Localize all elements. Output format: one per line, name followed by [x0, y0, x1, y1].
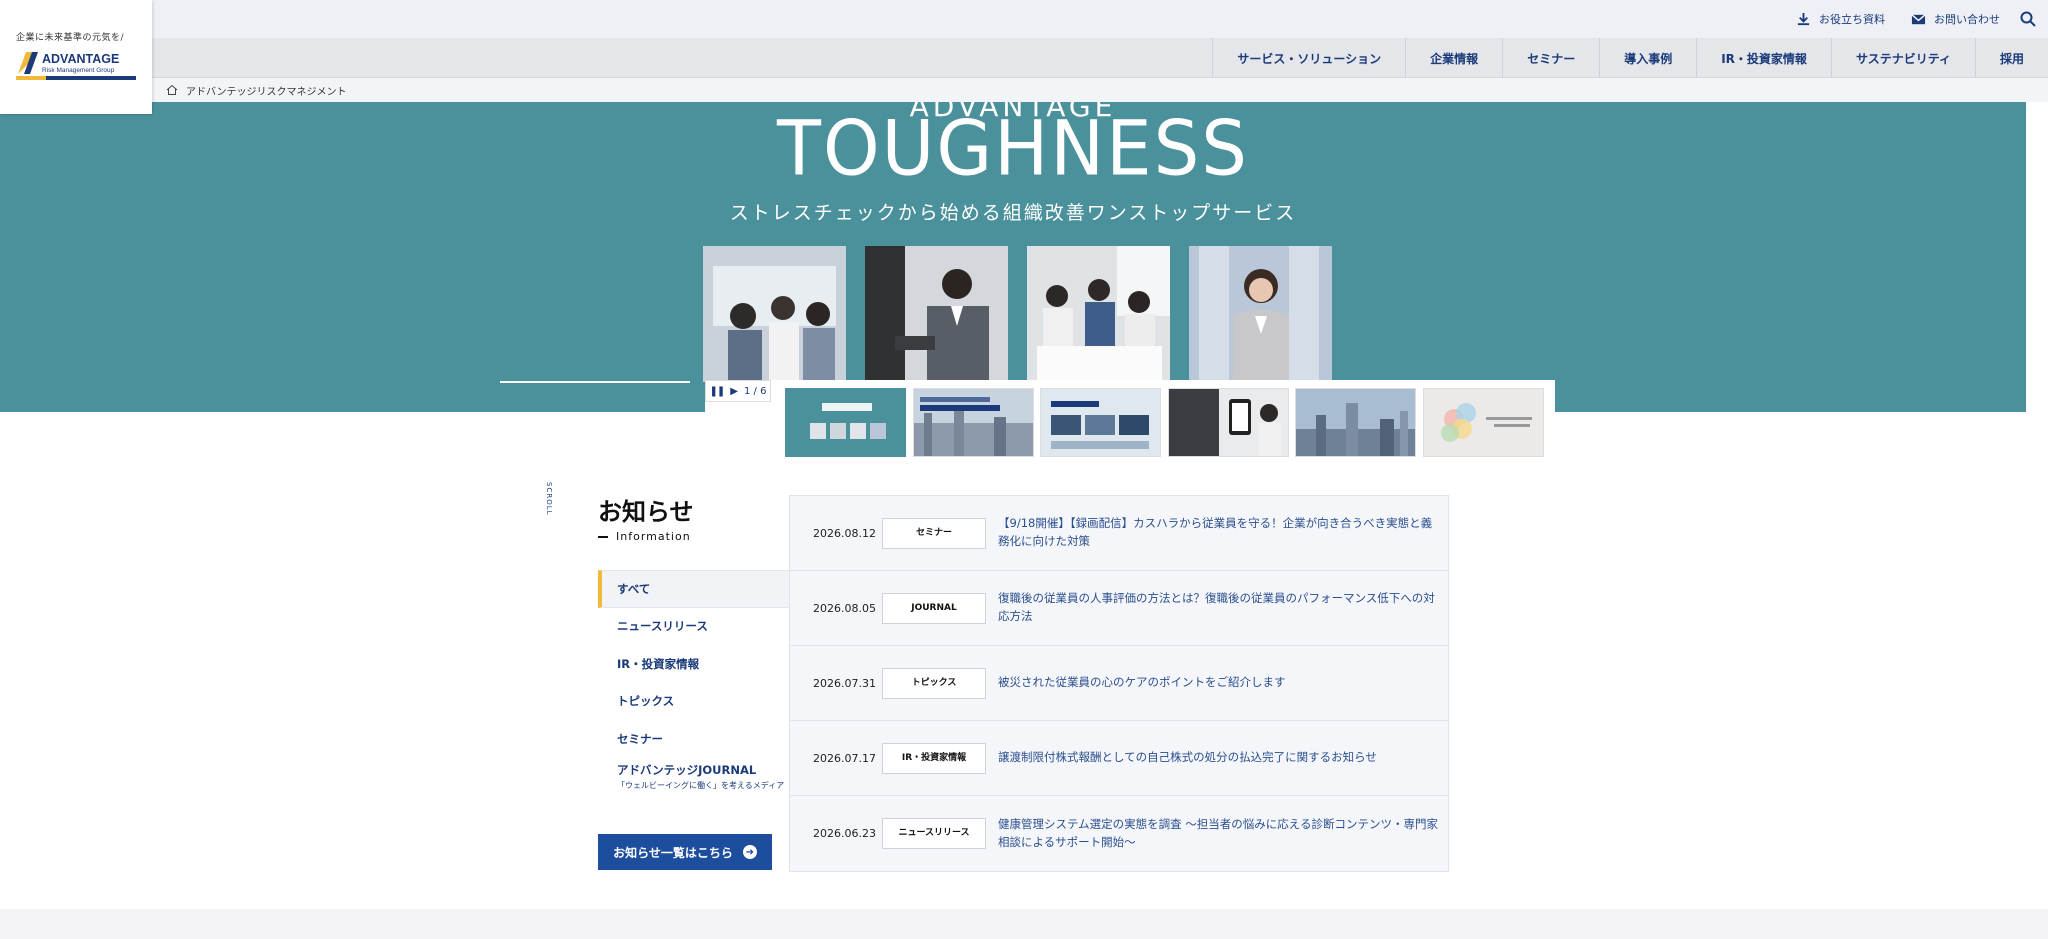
download-icon [1797, 12, 1810, 25]
hero-slider: ADVANTAGE TOUGHNESS ストレスチェックから始める組織改善ワンス… [0, 102, 2026, 412]
tab-label: IR・投資家情報 [617, 656, 700, 671]
breadcrumb: アドバンテッジリスクマネジメント [150, 78, 2048, 102]
tab-ir[interactable]: IR・投資家情報 [598, 645, 790, 683]
news-date: 2026.08.05 [813, 601, 876, 615]
tab-label: ニュースリリース [617, 619, 708, 634]
news-headline[interactable]: 健康管理システム選定の実態を調査 〜担当者の悩みに応える診断コンテンツ・専門家相… [998, 816, 1438, 852]
news-category-tag: トピックス [882, 667, 986, 699]
news-subtitle-text: Information [616, 530, 691, 543]
hero-photo-handshake [865, 246, 1008, 382]
nav-services[interactable]: サービス・ソリューション [1212, 38, 1405, 78]
resources-link-label: お役立ち資料 [1819, 13, 1885, 26]
tab-topics[interactable]: トピックス [598, 683, 790, 721]
news-date: 2026.08.12 [813, 526, 876, 540]
search-icon [2020, 11, 2036, 27]
news-category-tag: IR・投資家情報 [882, 742, 986, 774]
news-headline[interactable]: 【9/18開催】【録画配信】カスハラから従業員を守る！企業が向き合うべき実態と義… [998, 515, 1438, 551]
news-date: 2026.06.23 [813, 827, 876, 840]
tab-label: セミナー [617, 731, 663, 746]
slider-controls: ❚❚ ▶ 1 / 6 [705, 380, 771, 402]
news-date: 2026.07.31 [813, 676, 876, 690]
slide-thumbnail[interactable] [785, 388, 906, 457]
slide-thumbnail[interactable] [1040, 388, 1161, 457]
news-category-tag: セミナー [882, 517, 986, 549]
hero-photo-meeting [1027, 246, 1170, 382]
tab-journal[interactable]: アドバンテッジJOURNAL 「ウェルビーイングに働く」を考えるメディア [598, 758, 790, 796]
news-list: 2026.08.12 セミナー 【9/18開催】【録画配信】カスハラから従業員を… [789, 495, 1449, 872]
logo-tagline: 企業に未来基準の元気を/ [16, 33, 125, 43]
nav-ir[interactable]: IR・投資家情報 [1696, 38, 1831, 78]
home-icon[interactable] [166, 84, 178, 96]
hero-photo-businesswoman [1189, 246, 1332, 382]
slide-thumbnail[interactable] [1295, 388, 1416, 457]
svg-text:Risk Management Group: Risk Management Group [42, 67, 115, 74]
tab-news-release[interactable]: ニュースリリース [598, 608, 790, 646]
utility-bar [0, 0, 2048, 38]
news-item[interactable]: 2026.08.12 セミナー 【9/18開催】【録画配信】カスハラから従業員を… [790, 496, 1448, 571]
dash-icon [598, 535, 608, 538]
tab-label: すべて [617, 581, 651, 596]
news-list-button-label: お知らせ一覧はこちら [613, 845, 733, 860]
nav-sustainability[interactable]: サステナビリティ [1830, 38, 1975, 78]
contact-link[interactable]: お問い合わせ [1911, 0, 2000, 38]
tab-label: アドバンテッジJOURNAL [617, 762, 757, 777]
nav-recruit[interactable]: 採用 [1974, 38, 2048, 78]
nav-company[interactable]: 企業情報 [1405, 38, 1502, 78]
slide-thumbnail[interactable] [1423, 388, 1544, 457]
main-nav-bar: サービス・ソリューション 企業情報 セミナー 導入事例 IR・投資家情報 サステ… [150, 38, 2048, 78]
tab-all[interactable]: すべて [598, 570, 790, 608]
news-headline[interactable]: 復職後の従業員の人事評価の方法とは？復職後の従業員のパフォーマンス低下への対応方… [998, 590, 1438, 626]
news-item[interactable]: 2026.06.23 ニュースリリース 健康管理システム選定の実態を調査 〜担当… [790, 796, 1448, 871]
news-item[interactable]: 2026.08.05 JOURNAL 復職後の従業員の人事評価の方法とは？復職後… [790, 571, 1448, 646]
tab-label: トピックス [617, 694, 675, 709]
nav-case-studies[interactable]: 導入事例 [1599, 38, 1696, 78]
slide-thumbnail[interactable] [913, 388, 1034, 457]
tab-note: 「ウェルビーイングに働く」を考えるメディア [617, 780, 785, 790]
news-section-title: お知らせ [598, 498, 694, 526]
news-item[interactable]: 2026.07.31 トピックス 被災された従業員の心のケアのポイントをご紹介し… [790, 646, 1448, 721]
hero-photo-team [703, 246, 846, 382]
svg-text:ADVANTAGE: ADVANTAGE [42, 52, 119, 66]
contact-link-label: お問い合わせ [1934, 13, 2000, 26]
arrow-right-icon: ➜ [742, 845, 757, 859]
mail-icon [1911, 13, 1926, 24]
pause-icon[interactable]: ❚❚ [710, 386, 726, 397]
hero-title: TOUGHNESS [776, 103, 1250, 193]
breadcrumb-current: アドバンテッジリスクマネジメント [186, 86, 347, 98]
advantage-logo-icon: ADVANTAGE Risk Management Group [16, 52, 136, 80]
slide-thumbnail[interactable] [1168, 388, 1289, 457]
news-item[interactable]: 2026.07.17 IR・投資家情報 譲渡制限付株式報酬としての自己株式の処分… [790, 721, 1448, 796]
slide-counter: 1 / 6 [744, 385, 767, 397]
news-section-subtitle: Information [598, 530, 691, 543]
site-logo[interactable]: 企業に未来基準の元気を/ ADVANTAGE Risk Management G… [0, 0, 152, 114]
tab-seminar[interactable]: セミナー [598, 720, 790, 758]
footer-band [0, 909, 2048, 939]
scroll-indicator: SCROLL [545, 482, 553, 516]
main-nav: サービス・ソリューション 企業情報 セミナー 導入事例 IR・投資家情報 サステ… [1212, 38, 2048, 78]
news-list-button[interactable]: お知らせ一覧はこちら ➜ [598, 834, 772, 870]
resources-link[interactable]: お役立ち資料 [1796, 0, 1885, 38]
news-category-tag: JOURNAL [882, 592, 986, 624]
news-headline[interactable]: 譲渡制限付株式報酬としての自己株式の処分の払込完了に関するお知らせ [998, 749, 1438, 767]
search-button[interactable] [2020, 0, 2036, 38]
news-date: 2026.07.17 [813, 751, 876, 765]
hero-subtitle: ストレスチェックから始める組織改善ワンストップサービス [729, 202, 1297, 224]
news-headline[interactable]: 被災された従業員の心のケアのポイントをご紹介します [998, 674, 1438, 692]
nav-seminar[interactable]: セミナー [1502, 38, 1599, 78]
news-category-tabs: すべて ニュースリリース IR・投資家情報 トピックス セミナー アドバンテッジ… [598, 570, 790, 795]
news-category-tag: ニュースリリース [882, 818, 986, 849]
play-icon[interactable]: ▶ [730, 386, 738, 397]
slide-progress-bar [500, 381, 690, 383]
